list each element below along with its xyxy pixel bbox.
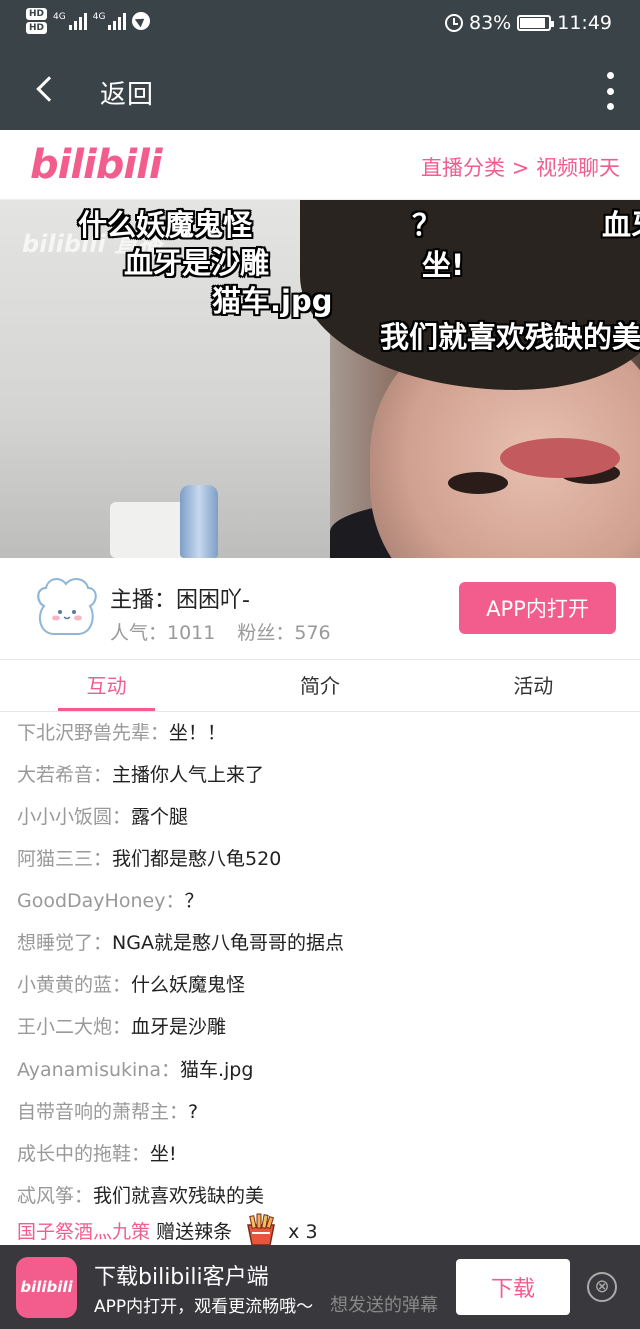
popularity-count: 人气：1011 bbox=[110, 622, 216, 644]
streamer-avatar[interactable] bbox=[30, 572, 102, 644]
tab-bar: 互动 简介 活动 bbox=[0, 660, 640, 712]
back-button[interactable]: 返回 bbox=[100, 74, 154, 111]
danmaku-comment: 血牙是沙雕 bbox=[124, 246, 270, 280]
live-video-player[interactable]: bilibili 直播 什么妖魔鬼怪 血牙是沙雕 猫车.jpg ？ 坐! 我们就… bbox=[0, 200, 640, 558]
download-title: 下载bilibili客户端 bbox=[94, 1265, 269, 1290]
tab-interaction[interactable]: 互动 bbox=[0, 660, 213, 711]
download-button[interactable]: 下载 bbox=[456, 1259, 570, 1315]
video-object-bottle bbox=[180, 485, 218, 558]
status-left: HD HD 4G 4G bbox=[26, 8, 151, 34]
download-subtitle: APP内打开，观看更流畅哦～ bbox=[94, 1297, 314, 1317]
signal-icon-1: 4G bbox=[53, 12, 87, 30]
gift-action: 赠送辣条 bbox=[156, 1221, 233, 1243]
chat-message: 自带音响的萧帮主：? bbox=[17, 1097, 198, 1124]
danmaku-comment: 猫车.jpg bbox=[212, 284, 333, 318]
chat-message: GoodDayHoney：？ bbox=[17, 886, 203, 913]
danmaku-comment: 坐! bbox=[422, 248, 465, 282]
battery-percent: 83% bbox=[469, 12, 512, 34]
chat-message: 小黄黄的蓝：什么妖魔鬼怪 bbox=[17, 970, 245, 997]
danmaku-comment: 什么妖魔鬼怪 bbox=[78, 208, 253, 242]
breadcrumb[interactable]: 直播分类 > 视频聊天 bbox=[421, 152, 620, 182]
chat-text: 坐！！ bbox=[169, 722, 227, 744]
bilibili-app-icon: bilibili bbox=[16, 1257, 77, 1318]
chat-message: Ayanamisukina：猫车.jpg bbox=[17, 1055, 253, 1082]
tab-activity[interactable]: 活动 bbox=[427, 660, 640, 711]
gift-count: x 3 bbox=[288, 1221, 318, 1243]
alarm-icon bbox=[445, 14, 463, 32]
chat-text: ？ bbox=[184, 890, 204, 912]
chat-text: 血牙是沙雕 bbox=[131, 1016, 227, 1038]
gift-username[interactable]: 国子祭酒灬九策 bbox=[17, 1221, 150, 1243]
chat-text: 坐! bbox=[150, 1143, 177, 1165]
chat-text: NGA就是憨八龟哥哥的据点 bbox=[112, 932, 344, 954]
chat-message: 成长中的拖鞋：坐! bbox=[17, 1139, 177, 1166]
hd-indicator: HD HD bbox=[26, 8, 48, 34]
chat-text: 我们就喜欢残缺的美 bbox=[93, 1185, 265, 1207]
status-bar: HD HD 4G 4G 83% 11:49 bbox=[0, 0, 640, 52]
chat-message: 下北沢野兽先辈：坐！！ bbox=[17, 718, 226, 745]
gift-message: 国子祭酒灬九策 赠送辣条 x 3 bbox=[17, 1213, 318, 1245]
status-time: 11:49 bbox=[557, 12, 612, 34]
chat-username[interactable]: 想睡觉了： bbox=[17, 932, 112, 954]
streamer-info: 主播：困困吖- 人气：1011 粉丝：576 APP内打开 bbox=[0, 558, 640, 660]
status-right: 83% 11:49 bbox=[445, 12, 612, 34]
bilibili-logo[interactable]: bilibili bbox=[30, 142, 163, 188]
hd-badge-2: HD bbox=[26, 22, 48, 34]
signal-icon-2: 4G bbox=[93, 12, 127, 30]
video-subject-eye-left bbox=[448, 472, 508, 494]
tab-intro[interactable]: 简介 bbox=[213, 660, 426, 711]
chat-username[interactable]: 小黄黄的蓝： bbox=[17, 974, 131, 996]
chat-username[interactable]: 下北沢野兽先辈： bbox=[17, 722, 169, 744]
back-arrow-icon[interactable] bbox=[36, 76, 62, 102]
chat-text: 什么妖魔鬼怪 bbox=[131, 974, 246, 996]
danmaku-input-placeholder[interactable]: 想发送的弹幕 bbox=[330, 1291, 438, 1317]
chat-username[interactable]: 自带音响的萧帮主： bbox=[17, 1101, 188, 1123]
location-icon bbox=[132, 12, 151, 30]
chat-message: 想睡觉了：NGA就是憨八龟哥哥的据点 bbox=[17, 928, 344, 955]
streamer-name: 主播：困困吖- bbox=[110, 588, 250, 613]
chat-message: 阿猫三三：我们都是憨八龟520 bbox=[17, 844, 281, 871]
chat-username[interactable]: 王小二大炮： bbox=[17, 1016, 131, 1038]
video-object-box bbox=[110, 502, 190, 558]
site-header: bilibili 直播分类 > 视频聊天 bbox=[0, 130, 640, 200]
chat-username[interactable]: Ayanamisukina： bbox=[17, 1059, 180, 1081]
more-vertical-icon[interactable] bbox=[606, 72, 614, 110]
hd-badge-1: HD bbox=[26, 8, 48, 20]
chat-text: 主播你人气上来了 bbox=[112, 764, 265, 786]
chat-text: ? bbox=[188, 1101, 199, 1123]
chat-message: 王小二大炮：血牙是沙雕 bbox=[17, 1012, 226, 1039]
chat-username[interactable]: 忒风筝： bbox=[17, 1185, 93, 1207]
danmaku-comment: 血牙 bbox=[602, 208, 640, 242]
chat-username[interactable]: 大若希音： bbox=[17, 764, 112, 786]
chat-list[interactable]: 下北沢野兽先辈：坐！！ 大若希音：主播你人气上来了 小小小饭圆：露个腿 阿猫三三… bbox=[0, 712, 640, 1245]
chat-message: 小小小饭圆：露个腿 bbox=[17, 802, 188, 829]
streamer-stats: 人气：1011 粉丝：576 bbox=[110, 618, 331, 645]
chat-username[interactable]: GoodDayHoney： bbox=[17, 890, 184, 912]
chat-username[interactable]: 小小小饭圆： bbox=[17, 806, 131, 828]
close-icon[interactable]: ⊗ bbox=[587, 1272, 617, 1302]
fans-count: 粉丝：576 bbox=[237, 622, 331, 644]
danmaku-comment: 我们就喜欢残缺的美 bbox=[380, 320, 640, 354]
chat-text: 猫车.jpg bbox=[179, 1059, 254, 1081]
chat-text: 我们都是憨八龟520 bbox=[112, 848, 282, 870]
spicy-strip-gift-icon bbox=[247, 1213, 276, 1245]
app-bar: 返回 bbox=[0, 52, 640, 130]
chat-username[interactable]: 成长中的拖鞋： bbox=[17, 1143, 150, 1165]
video-subject-lips bbox=[500, 438, 620, 478]
chat-text: 露个腿 bbox=[131, 806, 189, 828]
download-banner: bilibili 下载bilibili客户端 APP内打开，观看更流畅哦～ 想发… bbox=[0, 1245, 640, 1329]
chat-message: 忒风筝：我们就喜欢残缺的美 bbox=[17, 1181, 264, 1208]
battery-icon bbox=[517, 15, 555, 31]
chat-message: 大若希音：主播你人气上来了 bbox=[17, 760, 264, 787]
danmaku-comment: ？ bbox=[412, 208, 442, 242]
open-in-app-button[interactable]: APP内打开 bbox=[459, 582, 616, 634]
video-subject-hair bbox=[300, 200, 640, 390]
chat-username[interactable]: 阿猫三三： bbox=[17, 848, 112, 870]
